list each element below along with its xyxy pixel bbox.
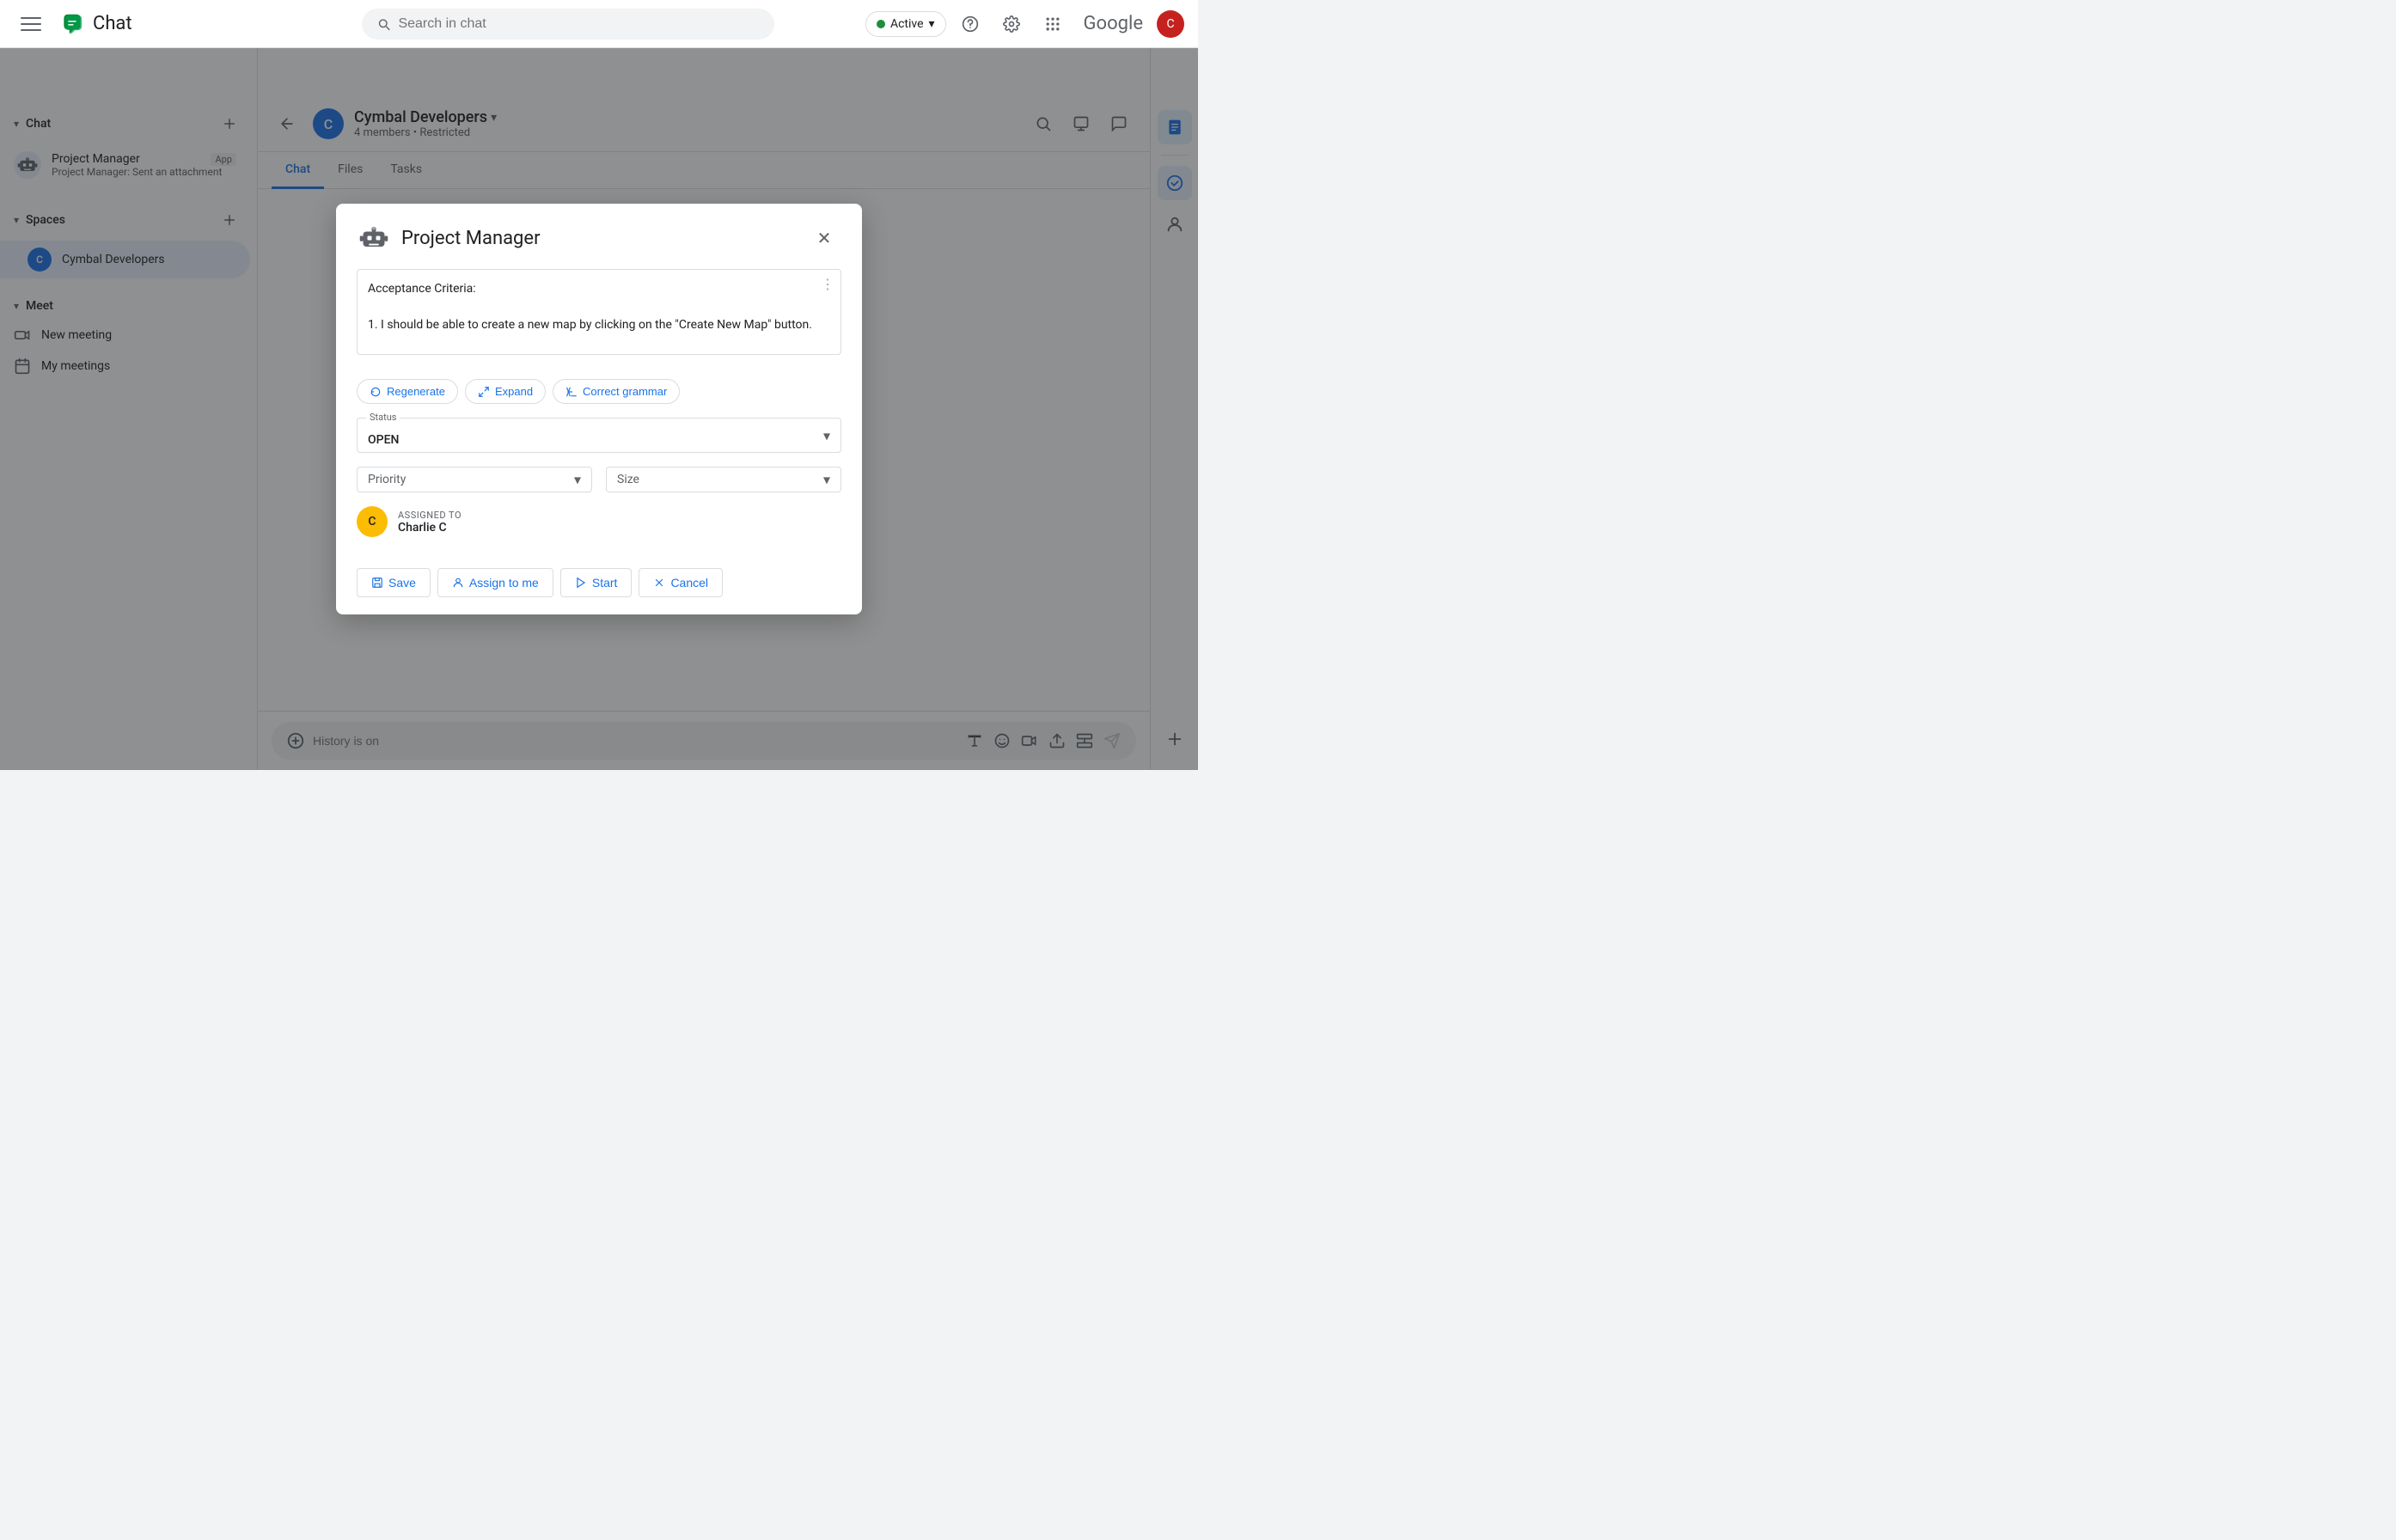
hamburger-menu-button[interactable] [14, 7, 48, 41]
size-dropdown-icon: ▾ [823, 472, 830, 488]
apps-button[interactable] [1036, 7, 1070, 41]
cancel-button[interactable]: Cancel [639, 568, 723, 597]
hamburger-icon [21, 14, 41, 34]
user-avatar[interactable]: C [1157, 10, 1184, 38]
modal: Project Manager ✕ Acceptance Criteria: 1… [336, 204, 862, 614]
textarea-container: Acceptance Criteria: 1. I should be able… [357, 269, 841, 369]
app-title: Chat [93, 13, 132, 34]
apps-icon [1044, 15, 1061, 33]
status-value: OPEN [368, 433, 399, 447]
assign-to-me-label: Assign to me [469, 576, 539, 590]
modal-body: Acceptance Criteria: 1. I should be able… [336, 269, 862, 558]
ai-actions: Regenerate Expand Correct grammar [357, 379, 841, 404]
app-logo: Chat [58, 10, 132, 38]
priority-size-row: Priority ▾ Size ▾ [357, 467, 841, 492]
save-label: Save [388, 576, 416, 590]
modal-close-button[interactable]: ✕ [807, 221, 841, 255]
status-field: Status OPEN ▾ [357, 418, 841, 453]
expand-button[interactable]: Expand [465, 379, 546, 404]
assigned-section: C ASSIGNED TO Charlie C [357, 506, 841, 537]
status-dropdown-icon: ▾ [823, 427, 830, 443]
size-value: Size [617, 473, 639, 486]
assigned-name: Charlie C [398, 521, 461, 535]
expand-label: Expand [495, 385, 533, 398]
chat-logo-icon [58, 10, 86, 38]
regenerate-icon [370, 386, 382, 398]
cancel-icon [653, 577, 665, 589]
save-icon [371, 577, 383, 589]
correct-grammar-label: Correct grammar [583, 385, 667, 398]
modal-robot-icon [357, 221, 391, 255]
size-select[interactable]: Size ▾ [606, 467, 841, 492]
search-icon [376, 16, 391, 32]
regenerate-button[interactable]: Regenerate [357, 379, 458, 404]
task-description-textarea[interactable]: Acceptance Criteria: 1. I should be able… [357, 269, 841, 355]
status-field-label: Status [366, 412, 400, 423]
assign-person-icon [452, 577, 464, 589]
cancel-label: Cancel [670, 576, 708, 590]
expand-icon [478, 386, 490, 398]
assigned-info: ASSIGNED TO Charlie C [398, 510, 461, 535]
assign-to-me-button[interactable]: Assign to me [437, 568, 553, 597]
correct-grammar-icon [565, 386, 578, 398]
regenerate-label: Regenerate [387, 385, 445, 398]
priority-value: Priority [368, 473, 406, 486]
help-button[interactable] [953, 7, 987, 41]
priority-select[interactable]: Priority ▾ [357, 467, 592, 492]
assigned-initial: C [368, 515, 376, 529]
assigned-avatar: C [357, 506, 388, 537]
start-label: Start [592, 576, 618, 590]
status-dot-icon [877, 20, 885, 28]
status-chevron-icon: ▾ [929, 17, 935, 31]
settings-button[interactable] [994, 7, 1029, 41]
settings-icon [1003, 15, 1020, 33]
start-button[interactable]: Start [560, 568, 633, 597]
textarea-resize-handle[interactable]: ⋮ [821, 276, 834, 292]
priority-dropdown-icon: ▾ [574, 472, 581, 488]
search-input[interactable] [398, 16, 760, 32]
assigned-label: ASSIGNED TO [398, 510, 461, 521]
help-icon [962, 15, 979, 33]
save-button[interactable]: Save [357, 568, 431, 597]
status-select[interactable]: Status OPEN ▾ [357, 418, 841, 453]
play-icon [575, 577, 587, 589]
status-chip[interactable]: Active ▾ [865, 11, 946, 37]
google-logo: Google [1084, 13, 1143, 34]
correct-grammar-button[interactable]: Correct grammar [553, 379, 680, 404]
search-bar[interactable] [362, 9, 774, 40]
modal-header: Project Manager ✕ [336, 204, 862, 269]
status-label: Active [890, 17, 924, 31]
modal-footer: Save Assign to me Start Cancel [336, 558, 862, 614]
modal-title: Project Manager [401, 228, 541, 249]
modal-overlay: Project Manager ✕ Acceptance Criteria: 1… [0, 48, 1198, 770]
